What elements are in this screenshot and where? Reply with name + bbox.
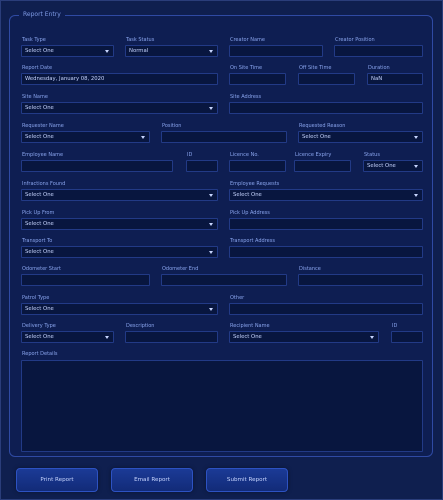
licence-expiry-label: Licence Expiry (295, 152, 332, 158)
creator-name-label: Creator Name (230, 37, 265, 43)
odometer-end-label: Odometer End (162, 266, 199, 272)
delivery-type-select[interactable]: Select One (21, 331, 114, 343)
requested-reason-select[interactable]: Select One (298, 131, 423, 143)
patrol-type-select[interactable]: Select One (21, 303, 218, 315)
task-type-select[interactable]: Select One (21, 45, 114, 57)
infractions-found-select[interactable]: Select One (21, 189, 218, 201)
duration-label: Duration (368, 65, 390, 71)
recipient-name-select[interactable]: Select One (229, 331, 379, 343)
description-field[interactable] (125, 331, 218, 343)
pick-up-from-select[interactable]: Select One (21, 218, 218, 230)
recipient-name-label: Recipient Name (230, 323, 270, 329)
off-site-time-label: Off Site Time (299, 65, 332, 71)
employee-id-field[interactable] (186, 160, 218, 172)
transport-to-label: Transport To (22, 238, 53, 244)
report-details-label: Report Details (22, 351, 58, 357)
duration-field: NaN (367, 73, 423, 85)
position-field[interactable] (161, 131, 287, 143)
transport-address-label: Transport Address (230, 238, 275, 244)
employee-id-label: ID (187, 152, 193, 158)
odometer-start-label: Odometer Start (22, 266, 62, 272)
licence-no-label: Licence No. (230, 152, 259, 158)
site-name-select[interactable]: Select One (21, 102, 218, 114)
odometer-start-field[interactable] (21, 274, 150, 286)
patrol-type-label: Patrol Type (22, 295, 50, 301)
licence-expiry-field[interactable] (294, 160, 351, 172)
pick-up-from-label: Pick Up From (22, 210, 55, 216)
on-site-time-field[interactable] (229, 73, 286, 85)
submit-report-button[interactable]: Submit Report (206, 468, 288, 492)
task-status-label: Task Status (126, 37, 155, 43)
report-entry-legend: Report Entry (19, 10, 65, 20)
report-date-field[interactable]: Wednesday, January 08, 2020 (21, 73, 218, 85)
recipient-id-label: ID (392, 323, 398, 329)
other-label: Other (230, 295, 245, 301)
employee-requests-select[interactable]: Select One (229, 189, 423, 201)
task-type-label: Task Type (22, 37, 46, 43)
report-details-textarea[interactable] (21, 360, 423, 452)
distance-label: Distance (299, 266, 321, 272)
requested-reason-label: Requested Reason (299, 123, 346, 129)
print-report-button[interactable]: Print Report (16, 468, 98, 492)
transport-to-select[interactable]: Select One (21, 246, 218, 258)
employee-name-label: Employee Name (22, 152, 64, 158)
requester-name-label: Requester Name (22, 123, 64, 129)
creator-position-label: Creator Position (335, 37, 375, 43)
on-site-time-label: On Site Time (230, 65, 263, 71)
requester-name-select[interactable]: Select One (21, 131, 150, 143)
creator-name-field[interactable] (229, 45, 323, 57)
pick-up-address-field[interactable] (229, 218, 423, 230)
report-entry-app: Report Entry Task Type Select One Task S… (0, 0, 443, 500)
report-date-label: Report Date (22, 65, 53, 71)
transport-address-field[interactable] (229, 246, 423, 258)
pick-up-address-label: Pick Up Address (230, 210, 270, 216)
site-address-label: Site Address (230, 94, 262, 100)
employee-name-field[interactable] (21, 160, 173, 172)
status-select[interactable]: Select One (363, 160, 423, 172)
delivery-type-label: Delivery Type (22, 323, 56, 329)
employee-requests-label: Employee Requests (230, 181, 280, 187)
description-label: Description (126, 323, 155, 329)
creator-position-field[interactable] (334, 45, 423, 57)
recipient-id-field[interactable] (391, 331, 423, 343)
site-address-field[interactable] (229, 102, 423, 114)
off-site-time-field[interactable] (298, 73, 355, 85)
other-field[interactable] (229, 303, 423, 315)
status-label: Status (364, 152, 380, 158)
position-label: Position (162, 123, 182, 129)
site-name-label: Site Name (22, 94, 48, 100)
odometer-end-field[interactable] (161, 274, 287, 286)
distance-field (298, 274, 423, 286)
task-status-select[interactable]: Normal (125, 45, 218, 57)
licence-no-field[interactable] (229, 160, 286, 172)
email-report-button[interactable]: Email Report (111, 468, 193, 492)
infractions-found-label: Infractions Found (22, 181, 66, 187)
